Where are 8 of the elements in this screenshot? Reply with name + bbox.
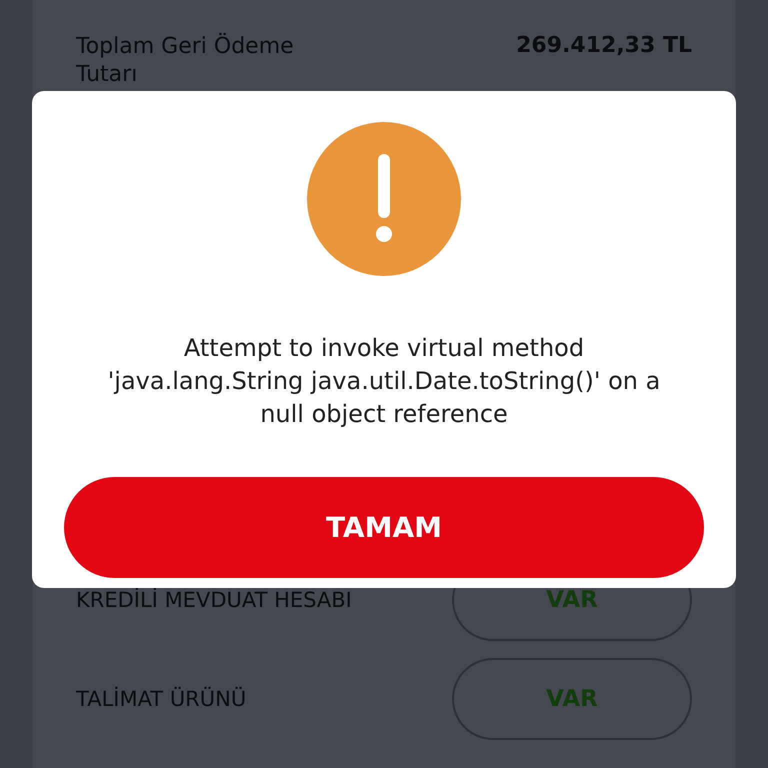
product-label: TALİMAT ÜRÜNÜ [76,687,246,711]
error-message: Attempt to invoke virtual method 'java.lang.String java.util.Date.toString()' on a null object reference [106,333,662,430]
ok-button[interactable]: TAMAM [64,477,704,578]
product-label: KREDİLİ MEVDUAT HESABI [76,588,352,612]
status-button[interactable]: VAR [452,658,692,740]
exclamation-icon [307,122,461,276]
total-repayment-value: 269.412,33 TL [516,33,692,60]
total-repayment-label: Toplam Geri Ödeme Tutarı [76,33,295,89]
